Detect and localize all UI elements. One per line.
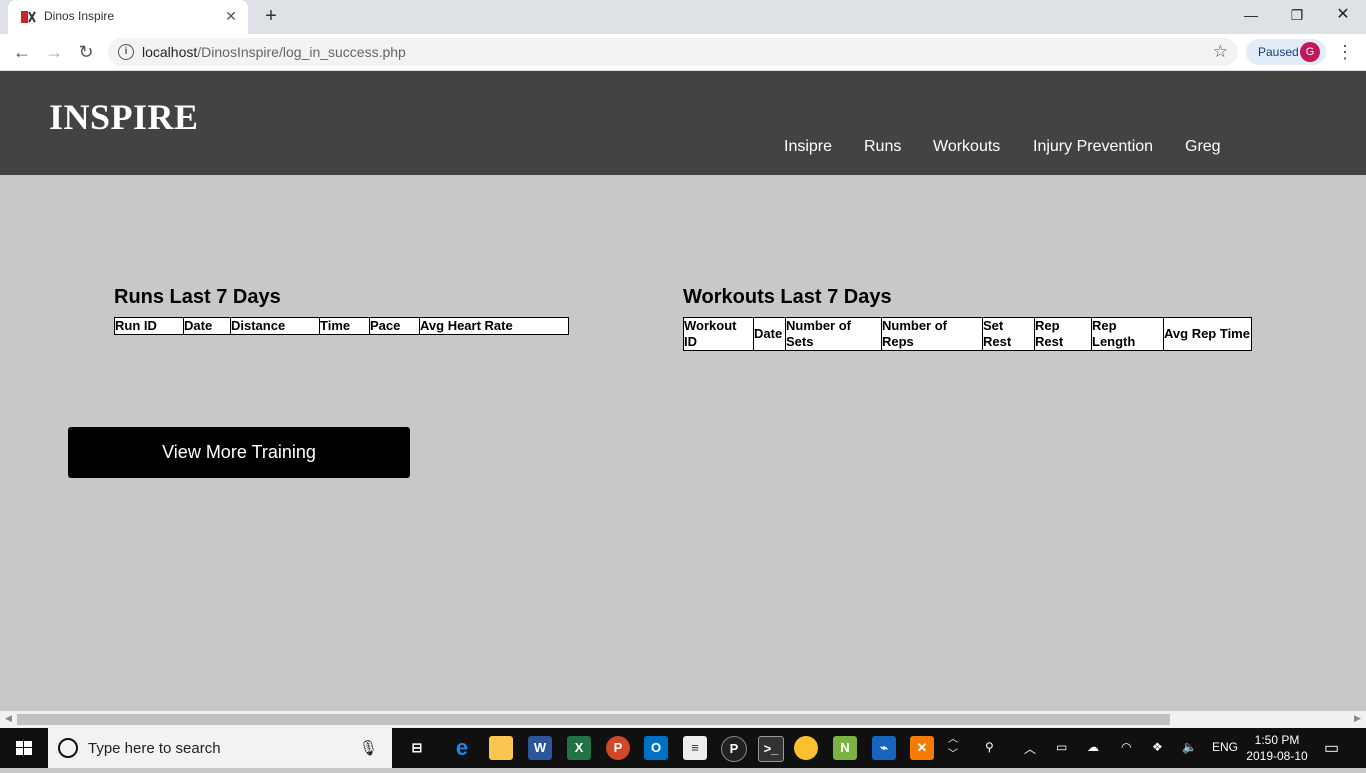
column-header: Avg Rep Time (1163, 317, 1252, 351)
word-icon[interactable]: W (528, 736, 552, 760)
column-header: Number of Reps (881, 317, 983, 351)
show-hidden-icons-icon[interactable]: ︿ (1024, 740, 1036, 757)
cortana-icon (58, 738, 78, 758)
column-header: Rep Rest (1034, 317, 1092, 351)
edge-icon[interactable]: e (450, 736, 474, 760)
battery-icon[interactable]: ▭ (1056, 740, 1067, 754)
workouts-title: Workouts Last 7 Days (683, 286, 892, 308)
workouts-table: Workout ID Date Number of Sets Number of… (683, 317, 1252, 351)
onedrive-icon[interactable]: ☁ (1087, 740, 1099, 754)
wifi-icon[interactable]: ◠ (1121, 740, 1131, 754)
site-logo[interactable]: INSPIRE (49, 96, 199, 138)
avatar: G (1300, 42, 1320, 62)
system-clock[interactable]: 1:50 PM 2019-08-10 (1246, 732, 1308, 764)
mysql-workbench-icon[interactable]: ⌁ (872, 736, 896, 760)
clock-time: 1:50 PM (1254, 733, 1300, 747)
chrome-icon[interactable] (794, 736, 818, 760)
taskbar-search-input[interactable]: Type here to search 🎙 (48, 728, 392, 768)
browser-tab-bar: Dinos Inspire ✕ + — ❐ ✕ (0, 0, 1366, 34)
app-p-icon[interactable]: P (721, 736, 747, 762)
microphone-icon[interactable]: 🎙 (359, 739, 378, 757)
site-favicon-icon (21, 11, 36, 23)
column-header: Workout ID (683, 317, 754, 351)
horizontal-scrollbar[interactable]: ◀ ▶ (0, 711, 1366, 728)
volume-mute-icon[interactable]: 🔈 (1182, 740, 1197, 754)
column-header: Rep Length (1091, 317, 1164, 351)
nav-item-greg[interactable]: Greg (1185, 138, 1221, 156)
language-indicator[interactable]: ENG (1212, 740, 1238, 754)
document-icon[interactable]: ≡ (683, 736, 707, 760)
notepad-plus-icon[interactable]: N (833, 736, 857, 760)
dropbox-icon[interactable]: ❖ (1152, 740, 1163, 754)
column-header: Distance (230, 317, 320, 335)
task-view-icon[interactable]: ⊟ (405, 736, 429, 760)
column-header: Time (319, 317, 370, 335)
table-header-row: Run ID Date Distance Time Pace Avg Heart… (114, 317, 569, 335)
column-header: Pace (369, 317, 420, 335)
powerpoint-icon[interactable]: P (606, 736, 630, 760)
column-header: Set Rest (982, 317, 1035, 351)
file-explorer-icon[interactable] (489, 736, 513, 760)
reload-icon[interactable]: ↻ (74, 40, 98, 64)
profile-status: Paused (1258, 45, 1299, 59)
xampp-icon[interactable]: ✕ (910, 736, 934, 760)
action-center-icon[interactable]: ▭ (1324, 738, 1339, 758)
browser-menu-icon[interactable]: ⋮ (1336, 42, 1354, 63)
window-close-icon[interactable]: ✕ (1320, 0, 1366, 32)
browser-toolbar: ← → ↻ i localhost/DinosInspire/log_in_su… (0, 34, 1366, 71)
outlook-icon[interactable]: O (644, 736, 668, 760)
column-header: Avg Heart Rate (419, 317, 569, 335)
column-header: Date (753, 317, 786, 351)
back-arrow-icon[interactable]: ← (10, 40, 34, 64)
windows-taskbar: Type here to search 🎙 ⊟ e W X P O ≡ P >_… (0, 728, 1366, 768)
forward-arrow-icon[interactable]: → (42, 40, 66, 64)
table-header-row: Workout ID Date Number of Sets Number of… (683, 317, 1252, 351)
nav-item-insipre[interactable]: Insipre (784, 138, 832, 156)
profile-button[interactable]: Paused G (1246, 39, 1326, 65)
bookmark-star-icon[interactable]: ☆ (1213, 42, 1228, 62)
site-header: INSPIRE Insipre Runs Workouts Injury Pre… (0, 71, 1366, 175)
excel-icon[interactable]: X (567, 736, 591, 760)
windows-start-icon[interactable] (0, 728, 48, 768)
address-bar[interactable]: i localhost/DinosInspire/log_in_success.… (108, 38, 1238, 66)
site-info-icon[interactable]: i (118, 44, 134, 60)
scroll-right-icon[interactable]: ▶ (1354, 713, 1361, 724)
terminal-icon[interactable]: >_ (758, 736, 784, 762)
runs-title: Runs Last 7 Days (114, 286, 281, 308)
taskbar-scroll-icon[interactable]: ︿ ﹀ (948, 730, 958, 760)
runs-table: Run ID Date Distance Time Pace Avg Heart… (114, 317, 569, 335)
scrollbar-thumb[interactable] (17, 714, 1170, 725)
clock-date: 2019-08-10 (1246, 749, 1308, 763)
tab-title: Dinos Inspire (44, 9, 115, 23)
new-tab-icon[interactable]: + (260, 5, 282, 27)
tab-close-icon[interactable]: ✕ (222, 7, 240, 25)
nav-item-workouts[interactable]: Workouts (933, 138, 1000, 156)
scroll-left-icon[interactable]: ◀ (5, 713, 12, 724)
url-text: localhost/DinosInspire/log_in_success.ph… (142, 44, 406, 60)
restore-icon[interactable]: ❐ (1274, 0, 1320, 32)
view-more-training-button[interactable]: View More Training (68, 427, 410, 478)
nav-item-injury-prevention[interactable]: Injury Prevention (1033, 138, 1153, 156)
search-placeholder: Type here to search (88, 740, 221, 757)
minimize-icon[interactable]: — (1228, 0, 1274, 32)
nav-item-runs[interactable]: Runs (864, 138, 901, 156)
people-icon[interactable]: ⚲ (985, 740, 994, 754)
column-header: Date (183, 317, 231, 335)
browser-tab[interactable]: Dinos Inspire ✕ (8, 0, 248, 34)
column-header: Run ID (114, 317, 184, 335)
column-header: Number of Sets (785, 317, 882, 351)
